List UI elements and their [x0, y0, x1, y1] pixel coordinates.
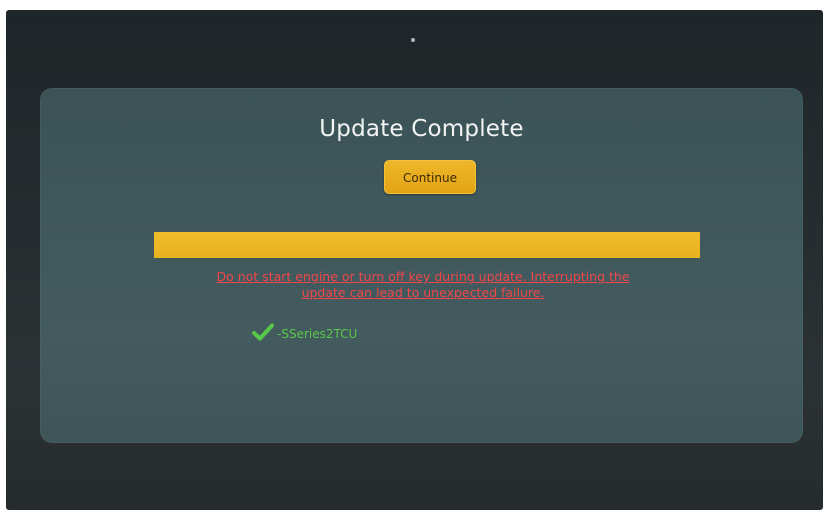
- warning-line-1: Do not start engine or turn off key duri…: [216, 269, 630, 284]
- module-name: -SSeries2TCU: [277, 327, 358, 341]
- update-progress-bar: [154, 232, 700, 258]
- module-status-row: -SSeries2TCU: [252, 323, 358, 345]
- warning-message: Do not start engine or turn off key duri…: [130, 269, 716, 301]
- progress-fill: [154, 232, 700, 258]
- warning-line-2: update can lead to unexpected failure.: [301, 285, 545, 300]
- bezel-speck: [411, 38, 415, 42]
- update-dialog: Update Complete Continue Do not start en…: [40, 88, 803, 443]
- check-icon: [252, 323, 274, 345]
- continue-button[interactable]: Continue: [384, 160, 476, 194]
- dialog-title: Update Complete: [319, 116, 524, 142]
- device-screen: Update Complete Continue Do not start en…: [6, 10, 823, 510]
